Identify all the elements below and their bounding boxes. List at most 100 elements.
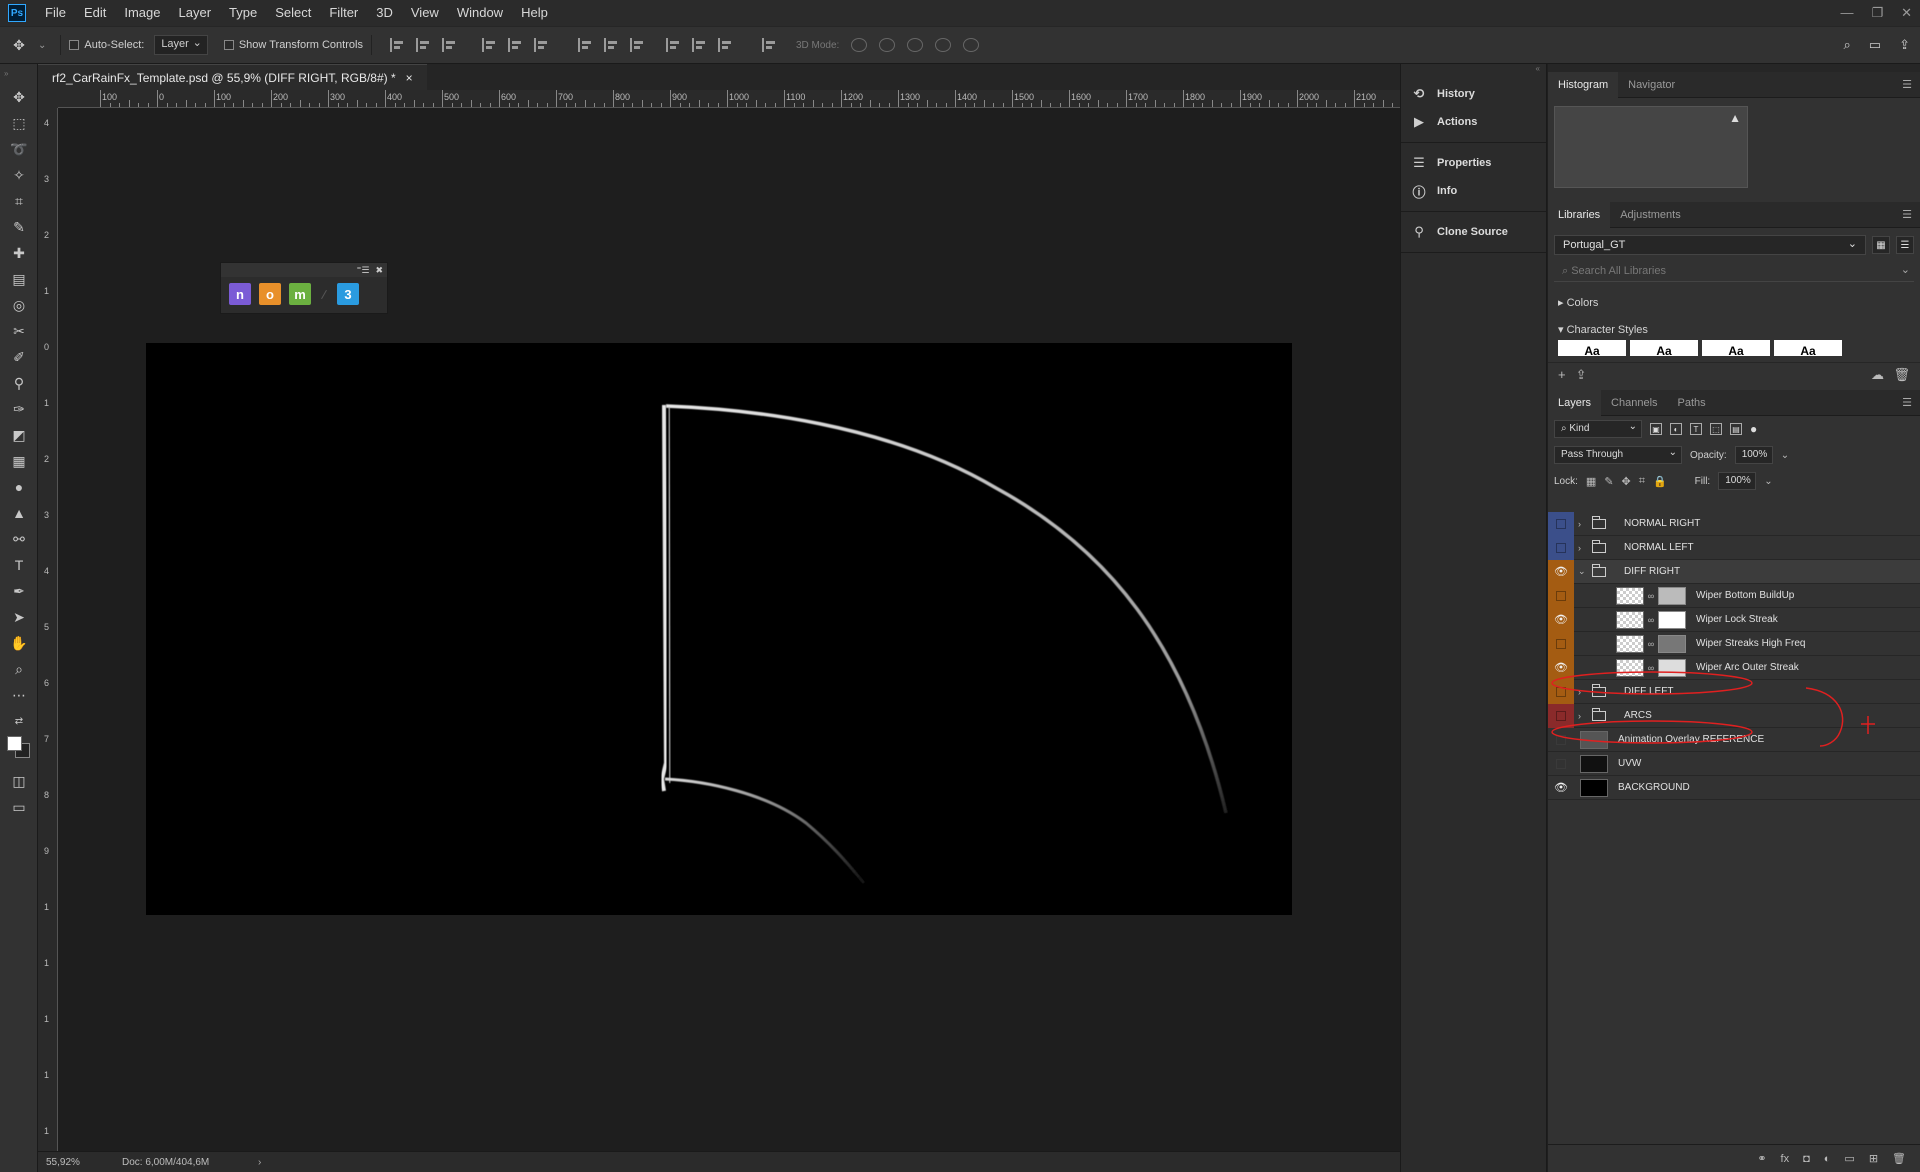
search-icon[interactable]: ⌕ — [1844, 37, 1851, 53]
filter-smart-object-icon[interactable]: ▤ — [1730, 423, 1742, 435]
dock-clone-source[interactable]: ⚲ Clone Source — [1401, 218, 1546, 246]
auto-select-dropdown[interactable]: Layer — [154, 35, 208, 55]
eyedropper-tool-icon[interactable]: ✎ — [0, 214, 38, 240]
visibility-eye-icon[interactable]: 👁 — [1548, 559, 1574, 584]
layer-row[interactable]: 👁 BACKGROUND — [1548, 776, 1920, 800]
fill-dropdown-icon[interactable]: ⌄ — [1764, 476, 1772, 487]
distribute-top-icon[interactable] — [577, 38, 592, 52]
add-content-icon[interactable]: + — [1558, 367, 1566, 382]
upload-icon[interactable]: ⇪ — [1576, 367, 1587, 383]
preset-chevron-icon[interactable]: ⌄ — [38, 40, 46, 51]
menu-filter[interactable]: Filter — [320, 0, 367, 26]
panel-menu-icon[interactable]: ☰ — [1902, 396, 1912, 409]
new-adjustment-icon[interactable]: ◐ — [1824, 1153, 1831, 1165]
panel-menu-icon[interactable]: ☰ — [1902, 208, 1912, 221]
move-tool-icon[interactable]: ✥ — [0, 84, 38, 110]
3d-pan-icon[interactable] — [907, 38, 924, 52]
distribute-right-icon[interactable] — [717, 38, 732, 52]
dock-info[interactable]: ⓘ Info — [1401, 177, 1546, 205]
delete-layer-icon[interactable]: 🗑 — [1892, 1152, 1906, 1165]
3d-roll-icon[interactable] — [879, 38, 896, 52]
link-layers-icon[interactable]: ⚭ — [1757, 1152, 1766, 1165]
distribute-vcenter-icon[interactable] — [603, 38, 618, 52]
expand-closed-icon[interactable]: › — [1578, 519, 1588, 529]
close-document-icon[interactable]: × — [406, 65, 413, 91]
close-panel-icon[interactable]: ✖ — [375, 265, 383, 276]
new-layer-icon[interactable]: ⊞ — [1869, 1152, 1878, 1165]
auto-align-icon[interactable] — [761, 38, 776, 52]
character-style-thumb[interactable]: Aa — [1774, 340, 1842, 356]
distribute-bottom-icon[interactable] — [629, 38, 644, 52]
ruler-tool-icon[interactable]: ▤ — [0, 266, 38, 292]
align-left-icon[interactable] — [481, 38, 496, 52]
layer-thumbnail[interactable] — [1580, 778, 1608, 797]
opacity-field[interactable]: 100% — [1734, 446, 1773, 464]
more-tools-icon[interactable]: ⋯ — [0, 682, 38, 708]
layer-thumbnail[interactable] — [1616, 634, 1644, 653]
blend-mode-dropdown[interactable]: Pass Through — [1554, 446, 1682, 464]
visibility-off-icon[interactable] — [1548, 511, 1574, 536]
plugin-button-3[interactable]: 3 — [337, 283, 359, 305]
menu-image[interactable]: Image — [115, 0, 169, 26]
path-selection-tool-icon[interactable]: ➤ — [0, 604, 38, 630]
mask-link-icon[interactable]: ∞ — [1646, 639, 1656, 649]
ruler-origin[interactable] — [38, 90, 58, 108]
layer-mask-thumbnail[interactable] — [1658, 610, 1686, 629]
plugin-button-m[interactable]: m — [289, 283, 311, 305]
mask-link-icon[interactable]: ∞ — [1646, 615, 1656, 625]
zoom-tool-icon[interactable]: ⌕ — [0, 656, 38, 682]
menu-help[interactable]: Help — [512, 0, 557, 26]
library-dropdown[interactable]: Portugal_GT — [1554, 235, 1866, 255]
clone-stamp-tool-icon[interactable]: ⚲ — [0, 370, 38, 396]
character-style-thumb[interactable]: Aa — [1558, 340, 1626, 356]
filter-type-icon[interactable]: T — [1690, 423, 1702, 435]
lock-all-icon[interactable]: 🔒 — [1653, 475, 1667, 488]
visibility-off-icon[interactable] — [1548, 535, 1574, 560]
layer-thumbnail[interactable] — [1616, 586, 1644, 605]
image-canvas[interactable] — [146, 343, 1292, 915]
align-vcenter-icon[interactable] — [415, 38, 430, 52]
document-tab[interactable]: rf2_CarRainFx_Template.psd @ 55,9% (DIFF… — [38, 64, 427, 90]
status-menu-arrow-icon[interactable]: › — [258, 1157, 261, 1168]
filter-shape-icon[interactable]: ⬚ — [1710, 423, 1722, 435]
mask-link-icon[interactable]: ∞ — [1646, 591, 1656, 601]
horizontal-ruler[interactable]: 100 0 100 200 300 400 500 600 700 800 900 1000 1100 1… — [58, 90, 1400, 108]
quick-mask-icon[interactable]: ◫ — [0, 768, 38, 794]
distribute-left-icon[interactable] — [665, 38, 680, 52]
lock-transparent-icon[interactable]: ▦ — [1586, 475, 1596, 488]
eraser-tool-icon[interactable]: ◩ — [0, 422, 38, 448]
auto-select-checkbox[interactable]: Auto-Select: — [69, 39, 144, 51]
dock-collapse-icon[interactable]: « — [1401, 64, 1546, 74]
grid-view-icon[interactable]: ▦ — [1872, 236, 1890, 254]
share-icon[interactable]: ⇪ — [1899, 37, 1910, 53]
character-style-thumb[interactable]: Aa — [1702, 340, 1770, 356]
dock-actions[interactable]: ▶ Actions — [1401, 108, 1546, 136]
menu-layer[interactable]: Layer — [170, 0, 221, 26]
filter-pixel-icon[interactable]: ▣ — [1650, 423, 1662, 435]
3d-scale-icon[interactable] — [963, 38, 980, 52]
layer-mask-thumbnail[interactable] — [1658, 634, 1686, 653]
layer-row[interactable]: ∞ Wiper Bottom BuildUp — [1548, 583, 1920, 608]
3d-rotate-icon[interactable] — [851, 38, 868, 52]
tab-libraries[interactable]: Libraries — [1548, 201, 1611, 228]
align-hcenter-icon[interactable] — [507, 38, 522, 52]
close-window-button[interactable]: ✕ — [1901, 0, 1912, 26]
tab-layers[interactable]: Layers — [1548, 389, 1602, 416]
patch-tool-icon[interactable]: ◎ — [0, 292, 38, 318]
character-styles-section[interactable]: ▾ Character Styles — [1558, 323, 1910, 336]
character-style-thumb[interactable]: Aa — [1630, 340, 1698, 356]
layer-mask-thumbnail[interactable] — [1658, 586, 1686, 605]
colors-section[interactable]: ▸ Colors — [1558, 296, 1910, 309]
panel-menu-icon[interactable]: ⁼☰ — [357, 265, 370, 276]
tab-navigator[interactable]: Navigator — [1618, 72, 1685, 98]
zoom-level-field[interactable]: 55,92% — [38, 1157, 98, 1168]
layer-row[interactable]: 👁 ⌄ DIFF RIGHT — [1548, 559, 1920, 584]
lock-artboard-icon[interactable]: ⌗ — [1639, 475, 1645, 488]
visibility-off-icon[interactable] — [1548, 583, 1574, 608]
tab-adjustments[interactable]: Adjustments — [1610, 202, 1691, 228]
layer-row[interactable]: 👁 ∞ Wiper Lock Streak — [1548, 607, 1920, 632]
show-transform-controls-checkbox[interactable]: Show Transform Controls — [223, 39, 363, 51]
tab-histogram[interactable]: Histogram — [1548, 71, 1619, 98]
visibility-eye-icon[interactable]: 👁 — [1548, 776, 1574, 800]
menu-window[interactable]: Window — [448, 0, 512, 26]
